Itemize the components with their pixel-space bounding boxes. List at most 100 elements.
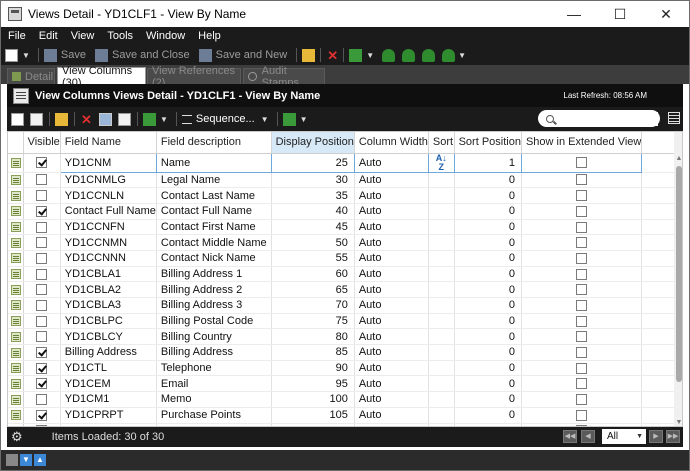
column-width-cell[interactable]: Auto [354, 391, 429, 408]
extended-view-checkbox[interactable] [576, 174, 588, 186]
menu-file[interactable]: File [8, 30, 26, 42]
sort-cell[interactable] [428, 375, 455, 393]
table-row[interactable]: YD1CBLCY Billing Country 80 Auto 0 [8, 328, 682, 346]
field-name-cell[interactable]: YD1CBLA2 [60, 281, 157, 298]
column-width-cell[interactable]: Auto [354, 234, 429, 251]
next-page-icon[interactable]: ▶ [649, 430, 663, 443]
sort-position-cell[interactable]: 0 [454, 172, 522, 189]
visible-cell[interactable] [23, 187, 61, 204]
field-name-cell[interactable]: YD1CBLA1 [60, 266, 157, 283]
tab-view-references[interactable]: View References (2) [147, 65, 241, 89]
column-width-cell[interactable]: Auto [354, 313, 429, 330]
table-row[interactable]: YD1CCNMN Contact Middle Name 50 Auto 0 [8, 234, 682, 251]
row-indicator[interactable] [8, 328, 24, 346]
minimize-button[interactable]: — [551, 1, 597, 27]
visible-checkbox[interactable] [36, 394, 48, 406]
extended-view-checkbox[interactable] [576, 331, 588, 343]
table-row[interactable]: YD1CCNFN Contact First Name 45 Auto 0 [8, 219, 682, 236]
extended-view-cell[interactable] [521, 234, 643, 251]
save-button[interactable]: Save [43, 48, 86, 62]
save-close-button[interactable]: Save and Close [95, 48, 190, 62]
column-width-cell[interactable]: Auto [354, 375, 429, 393]
visible-cell[interactable] [23, 153, 61, 173]
display-position-cell[interactable]: 65 [271, 281, 355, 298]
extended-view-checkbox[interactable] [576, 299, 588, 311]
save-new-button[interactable]: Save and New [198, 48, 287, 62]
field-description-cell[interactable]: Contact Middle Name [156, 234, 272, 251]
search-box[interactable] [538, 110, 660, 127]
sort-position-cell[interactable]: 0 [454, 344, 522, 361]
sort-position-cell[interactable]: 0 [454, 375, 522, 393]
sort-cell[interactable] [428, 407, 455, 424]
column-header[interactable]: Column Width [354, 132, 429, 154]
visible-checkbox[interactable] [36, 157, 48, 169]
extended-view-checkbox[interactable] [576, 157, 588, 169]
column-chooser-icon[interactable] [668, 112, 680, 124]
row-indicator[interactable] [8, 375, 24, 393]
display-position-cell[interactable]: 60 [271, 266, 355, 283]
field-description-cell[interactable]: Telephone [156, 360, 272, 377]
visible-checkbox[interactable] [36, 347, 48, 358]
table-row[interactable]: YD1CNM Name 25 Auto A↓ Z 1 [8, 152, 682, 173]
menu-help[interactable]: Help [198, 30, 221, 42]
tab-audit-stamps[interactable]: Audit Stamps [243, 65, 325, 89]
extended-view-checkbox[interactable] [576, 268, 588, 280]
column-width-cell[interactable]: Auto [354, 266, 429, 283]
display-position-cell[interactable]: 75 [271, 313, 355, 330]
visible-checkbox[interactable] [36, 299, 48, 311]
export-icon[interactable] [118, 112, 131, 126]
sort-cell[interactable] [428, 360, 455, 377]
row-indicator[interactable] [8, 360, 24, 377]
visible-checkbox[interactable] [36, 205, 48, 217]
sort-cell[interactable] [428, 250, 455, 267]
column-header[interactable]: Field Name [60, 132, 157, 154]
sort-position-cell[interactable]: 0 [454, 328, 522, 346]
column-header[interactable]: Field description [156, 132, 272, 154]
table-row[interactable]: YD1CCNNN Contact Nick Name 55 Auto 0 [8, 250, 682, 267]
refresh-icon[interactable] [349, 48, 363, 62]
extended-view-cell[interactable] [521, 187, 643, 204]
row-indicator[interactable] [8, 313, 24, 330]
table-row[interactable]: YD1CCNLN Contact Last Name 35 Auto 0 [8, 187, 682, 204]
open-folder-icon[interactable] [55, 112, 68, 126]
sort-position-cell[interactable]: 0 [454, 297, 522, 314]
display-position-cell[interactable]: 100 [271, 391, 355, 408]
new-document-icon[interactable] [5, 48, 18, 62]
column-width-cell[interactable]: Auto [354, 219, 429, 236]
scroll-thumb[interactable] [676, 166, 682, 382]
field-description-cell[interactable]: Email [156, 375, 272, 393]
column-width-cell[interactable]: Auto [354, 360, 429, 377]
column-width-cell[interactable]: Auto [354, 328, 429, 346]
field-name-cell[interactable]: YD1CNMLG [60, 172, 157, 189]
table-row[interactable]: YD1CBLA2 Billing Address 2 65 Auto 0 [8, 281, 682, 298]
row-indicator[interactable] [8, 391, 24, 408]
new-dropdown-icon[interactable]: ▼ [22, 51, 30, 60]
row-indicator[interactable] [8, 203, 24, 220]
visible-cell[interactable] [23, 328, 61, 346]
field-name-cell[interactable]: YD1CBLCY [60, 328, 157, 346]
move-up-icon[interactable]: ▲ [34, 454, 46, 466]
search-input[interactable] [558, 111, 658, 126]
extended-view-cell[interactable] [521, 328, 643, 346]
row-indicator[interactable] [8, 153, 24, 173]
sort-cell[interactable] [428, 266, 455, 283]
field-name-cell[interactable]: YD1CEM [60, 375, 157, 393]
extended-view-checkbox[interactable] [576, 362, 588, 374]
sort-cell[interactable] [428, 391, 455, 408]
extended-view-checkbox[interactable] [576, 252, 588, 264]
column-width-cell[interactable]: Auto [354, 250, 429, 267]
column-header[interactable]: Sort [428, 132, 455, 154]
column-header[interactable]: Sort Position [454, 132, 522, 154]
field-description-cell[interactable]: Billing Address [156, 344, 272, 361]
visible-cell[interactable] [23, 344, 61, 361]
delete-row-icon[interactable]: ✕ [80, 113, 93, 126]
sequence-button[interactable]: Sequence... [196, 113, 255, 125]
table-row[interactable]: YD1CBLPC Billing Postal Code 75 Auto 0 [8, 313, 682, 330]
visible-checkbox[interactable] [36, 409, 48, 421]
extended-view-cell[interactable] [521, 203, 643, 220]
extended-view-cell[interactable] [521, 313, 643, 330]
move-down-icon[interactable]: ▼ [20, 454, 32, 466]
field-description-cell[interactable]: Name [155, 152, 272, 173]
display-position-cell[interactable]: 105 [271, 407, 355, 424]
menu-edit[interactable]: Edit [39, 30, 58, 42]
